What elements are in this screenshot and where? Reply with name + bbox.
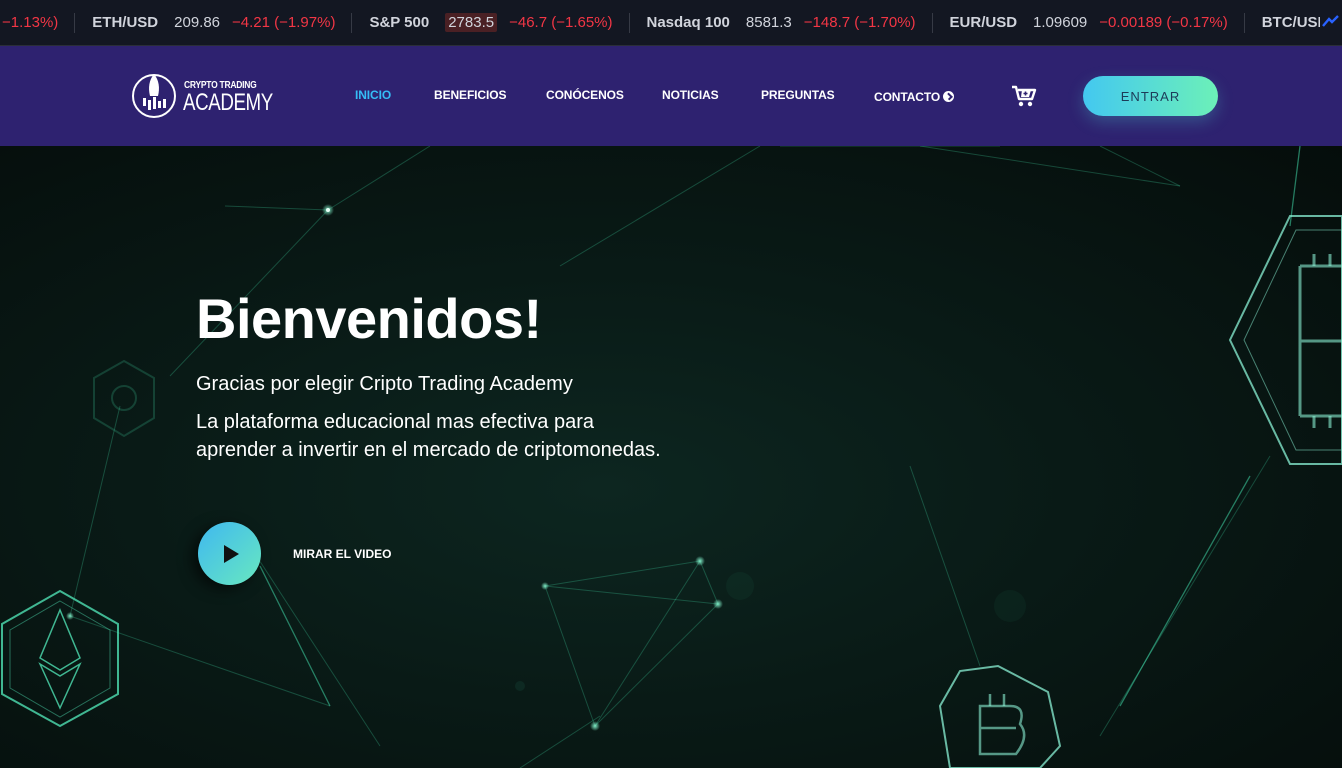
ticker-change: −1.13%) — [2, 14, 59, 31]
nav-noticias[interactable]: NOTICIAS — [662, 88, 719, 102]
ticker-symbol: Nasdaq 100 — [646, 14, 730, 31]
logo-line2: ACADEMY — [183, 89, 273, 116]
ticker-price: 2783.5 — [445, 13, 498, 32]
ticker-item-nasdaq[interactable]: Nasdaq 100 8581.3 −148.7 (−1.70%) — [630, 0, 933, 45]
ticker-symbol: ETH/USD — [92, 14, 159, 31]
nav-beneficios[interactable]: BENEFICIOS — [434, 88, 506, 102]
cart-plus-icon[interactable] — [1011, 84, 1037, 108]
hero-subtitle: Gracias por elegir Cripto Trading Academ… — [196, 373, 573, 395]
ticker-price: 1.09609 — [1033, 14, 1088, 31]
nav-inicio[interactable]: INICIO — [355, 88, 391, 102]
ticker-symbol: EUR/USD — [949, 14, 1018, 31]
ticker-item-btc-partial[interactable]: −1.13%) — [0, 0, 76, 45]
tradingview-icon[interactable] — [1320, 10, 1342, 32]
hero-section: Bienvenidos! Gracias por elegir Cripto T… — [0, 146, 1342, 768]
rocket-icon — [132, 74, 176, 118]
ticker-symbol: S&P 500 — [369, 14, 430, 31]
ticker-change: −0.00189 (−0.17%) — [1099, 14, 1228, 31]
nav-contacto-wrap[interactable]: CONTACTO — [874, 88, 955, 106]
ticker-item-eurusd[interactable]: EUR/USD 1.09609 −0.00189 (−0.17%) — [933, 0, 1245, 45]
ticker-change: −46.7 (−1.65%) — [509, 14, 613, 31]
ticker-change: −4.21 (−1.97%) — [232, 14, 336, 31]
ticker-price: 8581.3 — [745, 14, 792, 31]
play-video-button[interactable] — [198, 522, 261, 585]
ticker-symbol: BTC/USD — [1261, 14, 1329, 31]
market-ticker[interactable]: −1.13%) ETH/USD 209.86 −4.21 (−1.97%) S&… — [0, 0, 1342, 46]
send-circle-icon — [943, 91, 955, 102]
nav-conocenos[interactable]: CONÓCENOS — [546, 88, 624, 102]
site-header: CRYPTO TRADING ACADEMY INICIO BENEFICIOS… — [0, 46, 1342, 146]
ticker-item-sp500[interactable]: S&P 500 2783.5 −46.7 (−1.65%) — [352, 0, 630, 45]
hero-description: La plataforma educacional mas efectiva p… — [196, 411, 661, 461]
site-logo[interactable]: CRYPTO TRADING ACADEMY — [131, 70, 273, 122]
ticker-item-eth[interactable]: ETH/USD 209.86 −4.21 (−1.97%) — [75, 0, 353, 45]
enter-button[interactable]: ENTRAR — [1083, 76, 1218, 116]
nav-preguntas[interactable]: PREGUNTAS — [761, 88, 835, 102]
nav-contacto[interactable]: CONTACTO — [874, 90, 940, 104]
play-icon — [224, 544, 239, 563]
hero-title: Bienvenidos! — [196, 287, 542, 350]
ticker-price: 209.86 — [174, 14, 221, 31]
watch-video-link[interactable]: MIRAR EL VIDEO — [293, 547, 391, 561]
ticker-change: −148.7 (−1.70%) — [803, 14, 916, 31]
